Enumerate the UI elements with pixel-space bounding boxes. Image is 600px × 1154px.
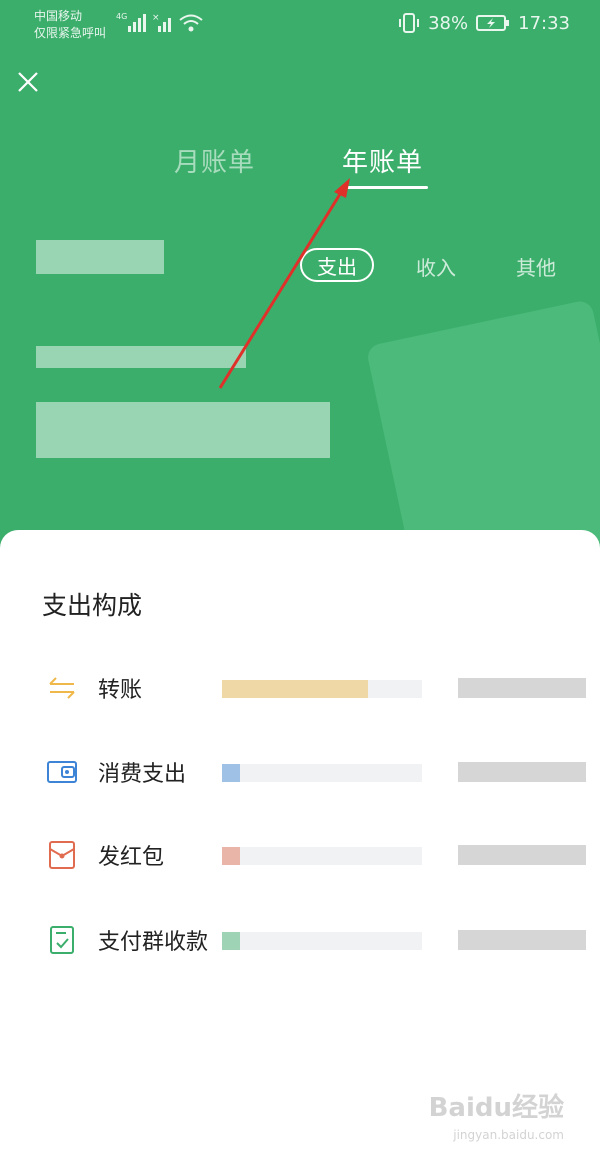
group-receipt-icon bbox=[50, 926, 74, 954]
expense-row-red-envelope[interactable]: 发红包 bbox=[0, 829, 600, 879]
bill-header: 中国移动 仅限紧急呼叫 4G × 38% 17:33 月账单 年账单 支出 收入… bbox=[0, 0, 600, 560]
row-label: 支付群收款 bbox=[98, 930, 209, 955]
expense-row-transfer[interactable]: 转账 bbox=[0, 662, 600, 712]
blurred-row-amount bbox=[458, 762, 586, 782]
transfer-icon bbox=[49, 677, 75, 699]
share-bar-fill bbox=[222, 847, 240, 865]
row-label: 发红包 bbox=[98, 845, 165, 870]
share-bar bbox=[222, 680, 422, 698]
watermark-url: jingyan.baidu.com bbox=[453, 1128, 564, 1142]
expense-breakdown-sheet: 支出构成 转账 消费支出 发红包 支付群收款 Baidu经验 jingyan.b… bbox=[0, 530, 600, 1154]
share-bar-fill bbox=[222, 680, 368, 698]
expense-row-consumption[interactable]: 消费支出 bbox=[0, 746, 600, 796]
row-label: 转账 bbox=[98, 678, 143, 703]
red-envelope-icon bbox=[49, 841, 75, 869]
share-bar-fill bbox=[222, 932, 240, 950]
blurred-row-amount bbox=[458, 678, 586, 698]
share-bar bbox=[222, 847, 422, 865]
share-bar bbox=[222, 932, 422, 950]
share-bar bbox=[222, 764, 422, 782]
expense-row-group-receipt[interactable]: 支付群收款 bbox=[0, 914, 600, 964]
annotation-arrow bbox=[218, 178, 350, 389]
row-label: 消费支出 bbox=[98, 762, 187, 787]
baidu-watermark: Baidu经验 bbox=[428, 1093, 564, 1123]
blurred-row-amount bbox=[458, 845, 586, 865]
sheet-title: 支出构成 bbox=[42, 591, 143, 620]
share-bar-fill bbox=[222, 764, 240, 782]
wallet-icon bbox=[47, 761, 77, 783]
blurred-row-amount bbox=[458, 930, 586, 950]
